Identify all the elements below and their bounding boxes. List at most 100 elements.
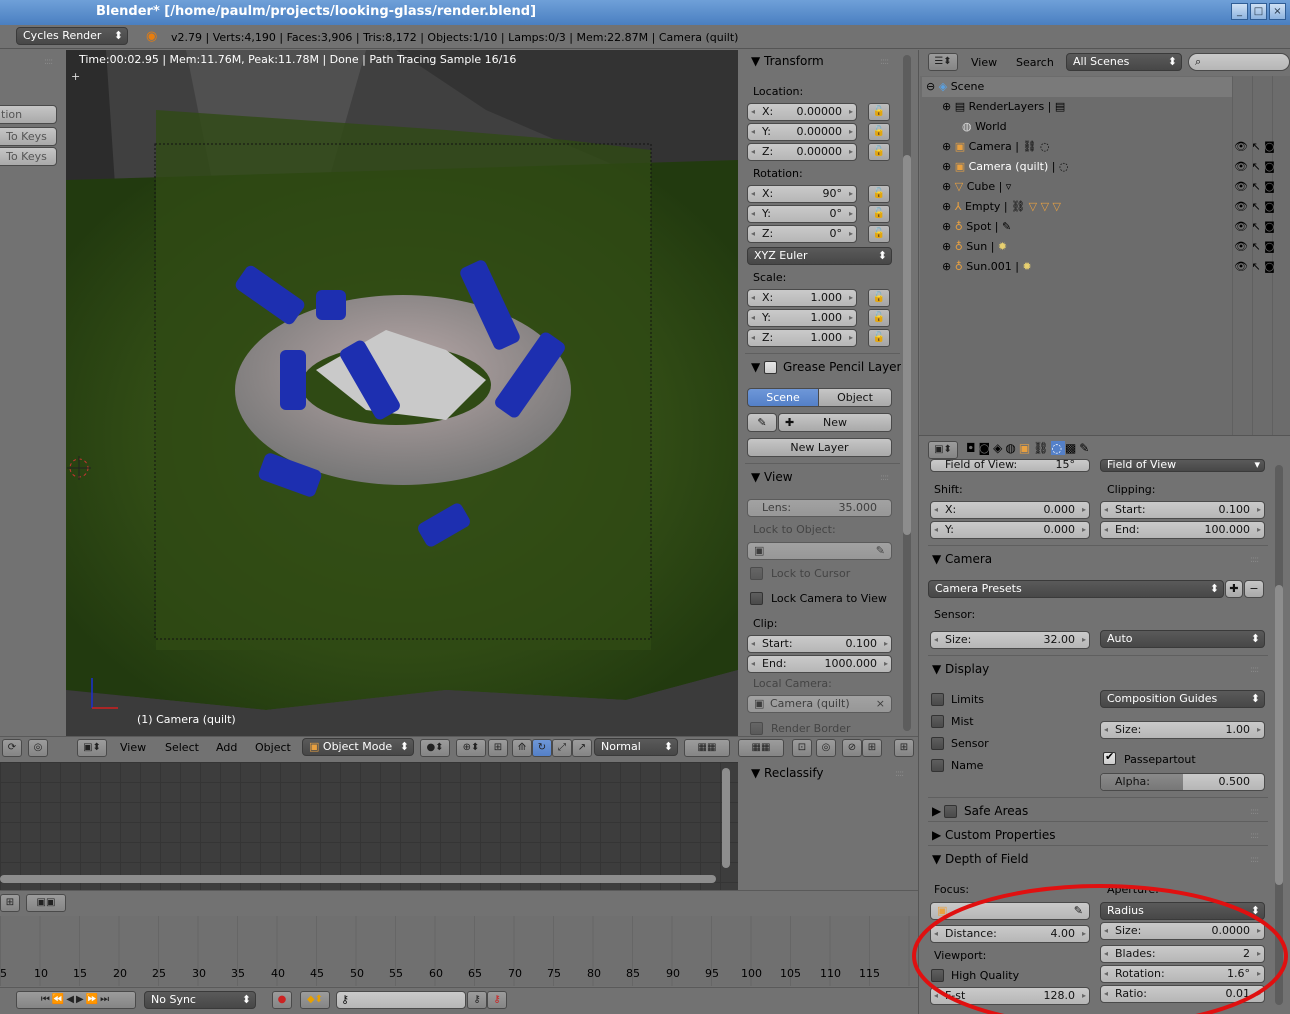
lock-scale-y-icon[interactable]: 🔓 — [868, 309, 890, 327]
grease-pencil-panel-header[interactable]: ▼ — [751, 360, 760, 374]
focus-object-field[interactable]: ▣ ✎ — [930, 902, 1090, 920]
panel-grip-icon[interactable]: :::: — [1250, 665, 1259, 675]
safe-areas-checkbox[interactable] — [944, 805, 957, 818]
display-panel-header[interactable]: ▼ Display — [932, 662, 989, 676]
panel-grip-icon[interactable]: :::: — [895, 769, 904, 779]
aperture-size-field[interactable]: ◂ Size: 0.0000 ▸ — [1100, 922, 1265, 940]
refresh-icon[interactable]: ⟳ — [2, 739, 22, 757]
focus-distance-field[interactable]: ◂ Distance: 4.00 ▸ — [930, 925, 1090, 943]
tool-button-motion[interactable]: tion — [0, 105, 57, 124]
layer-buttons-1[interactable]: ▦▦ — [684, 739, 730, 757]
visibility-toggles[interactable]: 👁 ↖ ◙ 👁 ↖ ◙ 👁 ↖ ◙ 👁 ↖ ◙ 👁 ↖ ◙ 👁 ↖ ◙ 👁 ↖ ◙ — [1234, 137, 1275, 277]
transform-orientation-select[interactable]: Normal ⬍ — [594, 738, 678, 756]
lock-rotation-x-icon[interactable]: 🔓 — [868, 185, 890, 203]
outliner-editor-type[interactable]: ☰⬍ — [928, 53, 958, 71]
logic-editor-canvas[interactable] — [0, 762, 738, 890]
render-border-checkbox[interactable] — [750, 722, 763, 735]
new-layer-button[interactable]: New Layer — [747, 438, 892, 457]
scale-x-field[interactable]: ◂ X: 1.000 ▸ — [747, 289, 857, 307]
fstop-field[interactable]: ◂ F-st 128.0 ▸ — [930, 987, 1090, 1005]
editor-type-button[interactable]: ▣⬍ — [77, 739, 107, 757]
lock-camera-checkbox[interactable] — [750, 592, 763, 605]
lock-to-cursor-checkbox[interactable] — [750, 567, 763, 580]
lock-layers-icon[interactable]: ⊡ — [792, 739, 812, 757]
add-preset-button[interactable]: ✚ — [1225, 580, 1243, 598]
clip-end-field[interactable]: ◂ End: 1000.000 ▸ — [747, 655, 892, 673]
grease-pencil-checkbox[interactable] — [764, 361, 777, 374]
outliner-menu-search[interactable]: Search — [1016, 56, 1054, 69]
camera-presets-select[interactable]: Camera Presets ⬍ — [928, 580, 1224, 598]
composition-guides-select[interactable]: Composition Guides ⬍ — [1100, 690, 1265, 708]
snap-target-icon[interactable]: ⊞ — [894, 739, 914, 757]
scale-z-field[interactable]: ◂ Z: 1.000 ▸ — [747, 329, 857, 347]
outliner-row-sun-001[interactable]: ⊕ ♁ Sun.001 | ✹ — [942, 257, 1032, 277]
lock-scale-z-icon[interactable]: 🔓 — [868, 329, 890, 347]
aperture-rotation-field[interactable]: ◂ Rotation: 1.6° ▸ — [1100, 965, 1265, 983]
region-scrollbar[interactable] — [903, 55, 911, 731]
translate-manipulator-icon[interactable]: ⟰ — [512, 739, 532, 757]
panel-grip-icon[interactable]: :::: — [880, 473, 889, 483]
passepartout-alpha-slider[interactable]: Alpha: 0.500 — [1100, 773, 1265, 791]
outliner-row-scene[interactable]: ⊖ ◈ Scene — [922, 77, 1232, 97]
remove-preset-button[interactable]: − — [1244, 580, 1264, 598]
eyedropper-icon[interactable]: ✎ — [876, 543, 885, 559]
menu-view[interactable]: View — [120, 741, 146, 754]
properties-scrollbar[interactable] — [1275, 465, 1283, 1005]
object-mode-select[interactable]: ▣ Object Mode ⬍ — [302, 738, 414, 756]
clip-start-field[interactable]: ◂ Start: 0.100 ▸ — [747, 635, 892, 653]
horizontal-scrollbar[interactable] — [0, 875, 716, 883]
viewport-shading-button[interactable]: ●⬍ — [420, 739, 450, 757]
pivot-point-button[interactable]: ⊕⬍ — [456, 739, 486, 757]
menu-add[interactable]: Add — [216, 741, 237, 754]
keying-set-field[interactable]: ⚷ — [336, 991, 466, 1009]
camera-panel-header[interactable]: ▼ Camera — [932, 552, 992, 566]
outliner-row-sun[interactable]: ⊕ ♁ Sun | ✹ — [942, 237, 1007, 257]
sensor-fit-select[interactable]: Auto ⬍ — [1100, 630, 1265, 648]
display-mode-select[interactable]: All Scenes ⬍ — [1066, 53, 1182, 71]
layer-buttons-2[interactable]: ▦▦ — [738, 739, 784, 757]
outliner-row-spot[interactable]: ⊕ ♁ Spot | ✎ — [942, 217, 1011, 237]
outliner-row-camera-quilt[interactable]: ⊕ ▣ Camera (quilt) | ◌ — [942, 157, 1069, 177]
local-camera-field[interactable]: ▣ Camera (quilt) × — [747, 695, 892, 713]
shelf-grip[interactable]: :::: — [44, 57, 53, 67]
grease-new-button[interactable]: ✚ New — [778, 413, 892, 432]
outliner-row-empty[interactable]: ⊕ ⅄ Empty | ⛓ ▽ ▽ ▽ — [942, 197, 1061, 217]
properties-editor-type[interactable]: ▣⬍ — [928, 441, 958, 459]
mist-checkbox[interactable] — [931, 715, 944, 728]
location-x-field[interactable]: ◂ X: 0.00000 ▸ — [747, 103, 857, 121]
lock-location-x-icon[interactable]: 🔓 — [868, 103, 890, 121]
limits-checkbox[interactable] — [931, 693, 944, 706]
sensor-checkbox[interactable] — [931, 737, 944, 750]
insert-keyframe-icon[interactable]: ⚷ — [467, 991, 487, 1009]
passepartout-checkbox[interactable]: ✔ — [1103, 750, 1116, 765]
outliner-row-renderlayers[interactable]: ⊕ ▤ RenderLayers | ▤ — [942, 97, 1065, 117]
lens-unit-select[interactable]: Field of View ▾ — [1100, 459, 1265, 472]
field-of-view-field[interactable]: Field of View: 15° — [930, 459, 1090, 472]
manipulator-toggle-icon[interactable]: ⊞ — [488, 739, 508, 757]
outliner-row-world[interactable]: ◍ World — [962, 117, 1007, 137]
outliner-search-input[interactable]: ⌕ — [1188, 53, 1290, 71]
safe-areas-panel-header[interactable]: ▶ — [932, 804, 941, 818]
reclassify-panel-header[interactable]: ▼ Reclassify — [751, 766, 823, 780]
panel-grip-icon[interactable]: :::: — [1250, 807, 1259, 817]
keyframe-type-icon[interactable]: ◆⬍ — [300, 991, 330, 1009]
outliner-row-camera[interactable]: ⊕ ▣ Camera | ⛓ ◌ — [942, 137, 1050, 157]
clip-end-field-cam[interactable]: ◂ End: 100.000 ▸ — [1100, 521, 1265, 539]
editor-type-button-2[interactable]: ⊞ — [0, 894, 20, 912]
outliner-menu-view[interactable]: View — [971, 56, 997, 69]
sync-mode-select[interactable]: No Sync ⬍ — [144, 991, 256, 1009]
panel-grip-icon[interactable]: :::: — [1250, 855, 1259, 865]
lock-location-y-icon[interactable]: 🔓 — [868, 123, 890, 141]
transform-panel-header[interactable]: ▼ Transform — [751, 54, 824, 68]
panel-grip-icon[interactable]: :::: — [1250, 555, 1259, 565]
record-icon[interactable]: ◎ — [28, 739, 48, 757]
clip-start-field-cam[interactable]: ◂ Start: 0.100 ▸ — [1100, 501, 1265, 519]
clear-icon[interactable]: × — [876, 696, 885, 712]
minimize-button[interactable]: _ — [1231, 3, 1248, 20]
render-engine-select[interactable]: Cycles Render ⬍ — [16, 27, 128, 45]
rotation-mode-select[interactable]: XYZ Euler ⬍ — [747, 247, 892, 265]
shift-x-field[interactable]: ◂ X: 0.000 ▸ — [930, 501, 1090, 519]
rotation-x-field[interactable]: ◂ X: 90° ▸ — [747, 185, 857, 203]
location-y-field[interactable]: ◂ Y: 0.00000 ▸ — [747, 123, 857, 141]
lock-object-field[interactable]: ▣ ✎ — [747, 542, 892, 560]
